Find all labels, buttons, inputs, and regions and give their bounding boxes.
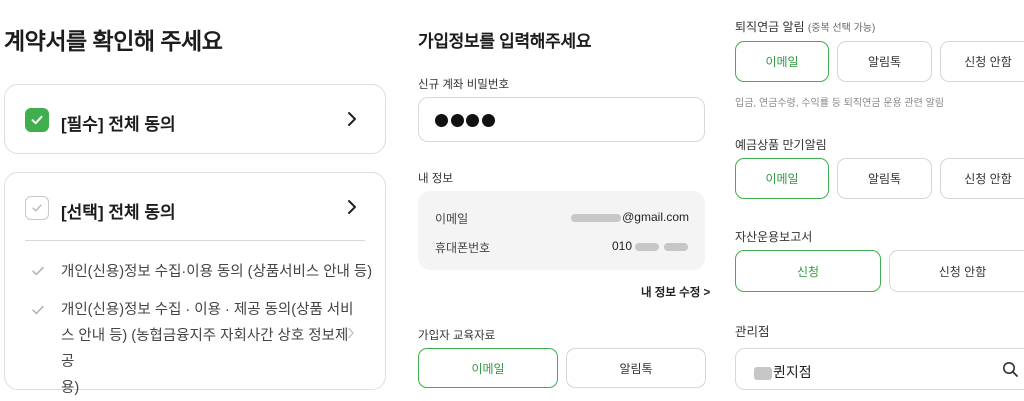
password-mask — [435, 114, 497, 132]
deposit-alimtalk-button[interactable]: 알림톡 — [837, 158, 932, 199]
pension-alimtalk-button[interactable]: 알림톡 — [837, 41, 932, 82]
optional-item-line: 용) — [61, 380, 80, 396]
asset-report-none-button[interactable]: 신청 안함 — [889, 250, 1024, 292]
education-email-button[interactable]: 이메일 — [418, 348, 558, 388]
item-check-icon — [31, 303, 45, 322]
optional-item-line: 개인(신용)정보 수집 · 이용 · 제공 동의(상품 서비 — [61, 302, 354, 318]
optional-item-line: 스 안내 등) (농협금융지주 자회사간 상호 정보제공 — [61, 328, 349, 370]
item-check-icon — [31, 264, 45, 283]
chevron-right-icon[interactable] — [347, 326, 355, 344]
branch-label: 관리점 — [735, 325, 770, 339]
optional-agree-card: [선택] 전체 동의 개인(신용)정보 수집·이용 동의 (상품서비스 안내 등… — [4, 172, 386, 396]
branch-value: 퀸지점 — [754, 362, 812, 382]
pension-none-button[interactable]: 신청 안함 — [940, 41, 1024, 82]
pension-alert-label: 퇴직연금 알림 (중복 선택 가능) — [735, 18, 875, 35]
optional-agree-label[interactable]: [선택] 전체 동의 — [61, 198, 176, 223]
education-alimtalk-button[interactable]: 알림톡 — [566, 348, 706, 388]
page-title: 계약서를 확인해 주세요 — [4, 28, 223, 54]
asset-report-apply-button[interactable]: 신청 — [735, 250, 881, 292]
chevron-right-icon[interactable] — [343, 110, 361, 128]
required-agree-label: [필수] 전체 동의 — [61, 115, 176, 134]
password-label: 신규 계좌 비밀번호 — [418, 79, 510, 91]
password-input[interactable] — [418, 97, 705, 142]
phone-value: 010 — [612, 239, 689, 253]
optional-item-label[interactable]: 개인(신용)정보 수집·이용 동의 (상품서비스 안내 등) — [61, 259, 372, 285]
deposit-email-button[interactable]: 이메일 — [735, 158, 829, 199]
edit-my-info-link[interactable]: 내 정보 수정 > — [641, 284, 710, 300]
phone-prefix: 010 — [611, 239, 632, 253]
optional-item-label[interactable]: 개인(신용)정보 수집 · 이용 · 제공 동의(상품 서비 스 안내 등) (… — [61, 297, 361, 401]
section-title: 가입정보를 입력해주세요 — [418, 32, 592, 51]
email-value: @gmail.com — [571, 210, 689, 224]
education-label: 가입자 교육자료 — [418, 330, 496, 342]
required-agree-card[interactable]: [필수] 전체 동의 — [4, 84, 386, 154]
multi-select-note: (중복 선택 가능) — [807, 23, 876, 34]
my-info-label: 내 정보 — [418, 173, 453, 185]
pension-alert-hint: 입금, 연금수령, 수익률 등 퇴직연금 운용 관련 알림 — [735, 98, 945, 109]
deposit-alert-label: 예금상품 만기알림 — [735, 138, 827, 152]
divider — [25, 240, 365, 241]
branch-search-input[interactable]: 퀸지점 — [735, 348, 1024, 390]
unchecked-checkbox-icon[interactable] — [25, 196, 49, 220]
search-icon[interactable] — [1002, 361, 1019, 383]
pension-email-button[interactable]: 이메일 — [735, 41, 829, 82]
checked-checkbox-icon[interactable] — [25, 108, 49, 132]
asset-report-label: 자산운용보고서 — [735, 230, 813, 244]
email-label: 이메일 — [435, 212, 469, 226]
chevron-right-icon[interactable] — [343, 198, 361, 216]
branch-name: 퀸지점 — [773, 364, 812, 380]
pension-alert-title: 퇴직연금 알림 — [735, 20, 805, 34]
email-domain: @gmail.com — [622, 210, 689, 224]
phone-label: 휴대폰번호 — [435, 241, 491, 255]
my-info-panel: 이메일 @gmail.com 휴대폰번호 010 — [418, 191, 705, 270]
deposit-none-button[interactable]: 신청 안함 — [940, 158, 1024, 199]
